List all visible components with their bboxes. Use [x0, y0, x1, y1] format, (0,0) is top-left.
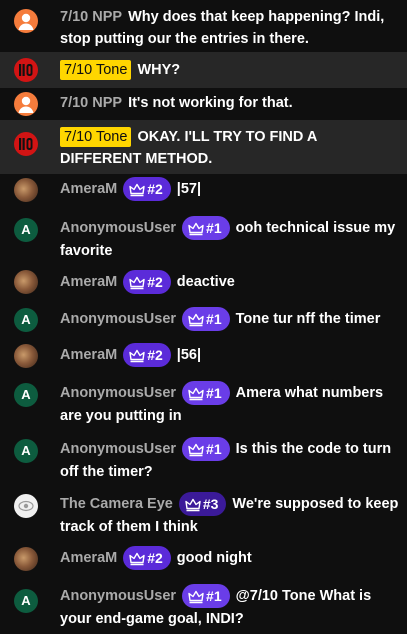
badge-rank: #1 [206, 220, 222, 236]
crown-icon [129, 349, 145, 363]
chat-message: 7/10 Tone WHY? [0, 52, 407, 88]
chat-message: AmeraM #2 deactive [0, 268, 407, 302]
crown-icon [129, 552, 145, 566]
message-author[interactable]: AnonymousUser [60, 588, 176, 604]
member-badge: #2 [123, 343, 171, 367]
chat-message: A AnonymousUser #1 Is this the code to tur… [0, 432, 407, 486]
member-badge: #2 [123, 177, 171, 201]
crown-icon [185, 498, 201, 512]
message-text: It's not working for that. [128, 95, 293, 111]
message-author[interactable]: 7/10 NPP [60, 9, 122, 25]
message-author[interactable]: AmeraM [60, 274, 117, 290]
chat-message: A AnonymousUser #1 Tone tur nff the timer [0, 305, 407, 339]
camera-eye-avatar-icon[interactable] [14, 494, 38, 518]
crown-icon [188, 443, 204, 457]
avatar-letter: A [21, 222, 31, 237]
message-author-owner[interactable]: 7/10 Tone [60, 127, 132, 147]
letter-avatar[interactable]: A [14, 218, 38, 242]
crown-icon [188, 222, 204, 236]
member-badge: #1 [182, 307, 230, 331]
message-author[interactable]: AnonymousUser [60, 441, 176, 457]
message-text: |57| [176, 181, 202, 197]
user-avatar-icon[interactable] [14, 9, 38, 33]
badge-rank: #3 [202, 496, 219, 512]
message-author-owner[interactable]: 7/10 Tone [60, 60, 132, 80]
crown-icon [188, 313, 204, 327]
chat-message: 7/10 Tone OKAY. I'LL TRY TO FIND A DIFFER… [0, 120, 407, 174]
message-text: good night [176, 550, 252, 566]
member-badge: #1 [182, 216, 230, 240]
message-author[interactable]: 7/10 NPP [60, 95, 122, 111]
badge-rank: #2 [147, 181, 163, 197]
message-author[interactable]: AmeraM [60, 181, 117, 197]
member-badge: #2 [123, 270, 171, 294]
chat-message: A AnonymousUser #1 @7/10 Tone What is your… [0, 582, 407, 634]
message-author[interactable]: AnonymousUser [60, 220, 176, 236]
chat-message: 7/10 NPP It's not working for that. [0, 88, 407, 118]
member-badge: #2 [123, 546, 171, 570]
chat-message: AmeraM #2 |56| [0, 340, 407, 374]
badge-rank: #1 [206, 588, 222, 604]
message-text: |56| [176, 347, 202, 363]
badge-rank: #1 [206, 311, 222, 327]
crown-icon [188, 387, 204, 401]
channel-logo-icon[interactable] [14, 58, 38, 82]
member-badge: #1 [182, 584, 230, 608]
letter-avatar[interactable]: A [14, 308, 38, 332]
avatar-letter: A [21, 443, 31, 458]
chat-message: AmeraM #2 |57| [0, 174, 407, 208]
crown-icon [129, 183, 145, 197]
live-chat-list: 7/10 NPP Why does that keep happening? In… [0, 0, 407, 634]
message-text: WHY? [137, 62, 181, 78]
user-avatar-icon[interactable] [14, 92, 38, 116]
message-text: deactive [176, 274, 235, 290]
member-badge: #3 [178, 492, 227, 516]
user-avatar-photo[interactable] [14, 270, 38, 294]
message-author[interactable]: AnonymousUser [60, 385, 176, 401]
badge-rank: #1 [206, 385, 222, 401]
user-avatar-photo[interactable] [14, 547, 38, 571]
badge-rank: #2 [147, 347, 163, 363]
chat-message: A AnonymousUser #1 ooh technical issue my … [0, 210, 407, 266]
avatar-letter: A [21, 593, 31, 608]
badge-rank: #2 [147, 550, 163, 566]
chat-message: A AnonymousUser #1 Amera what numbers are … [0, 376, 407, 432]
message-author[interactable]: The Camera Eye [60, 496, 173, 512]
letter-avatar[interactable]: A [14, 589, 38, 613]
avatar-letter: A [21, 312, 31, 327]
badge-rank: #2 [147, 274, 163, 290]
user-avatar-photo[interactable] [14, 344, 38, 368]
message-author[interactable]: AmeraM [60, 347, 117, 363]
badge-rank: #1 [206, 441, 222, 457]
message-author[interactable]: AnonymousUser [60, 311, 176, 327]
member-badge: #1 [182, 381, 230, 405]
chat-message: The Camera Eye #3 We're supposed to keep t… [0, 487, 407, 543]
message-text: Tone tur nff the timer [235, 311, 381, 327]
chat-message: AmeraM #2 good night [0, 544, 407, 574]
user-avatar-photo[interactable] [14, 178, 38, 202]
message-author[interactable]: AmeraM [60, 550, 117, 566]
member-badge: #1 [182, 437, 230, 461]
crown-icon [188, 590, 204, 604]
channel-logo-icon[interactable] [14, 132, 38, 156]
chat-message: 7/10 NPP Why does that keep happening? In… [0, 0, 407, 50]
letter-avatar[interactable]: A [14, 439, 38, 463]
crown-icon [129, 276, 145, 290]
avatar-letter: A [21, 387, 31, 402]
letter-avatar[interactable]: A [14, 383, 38, 407]
